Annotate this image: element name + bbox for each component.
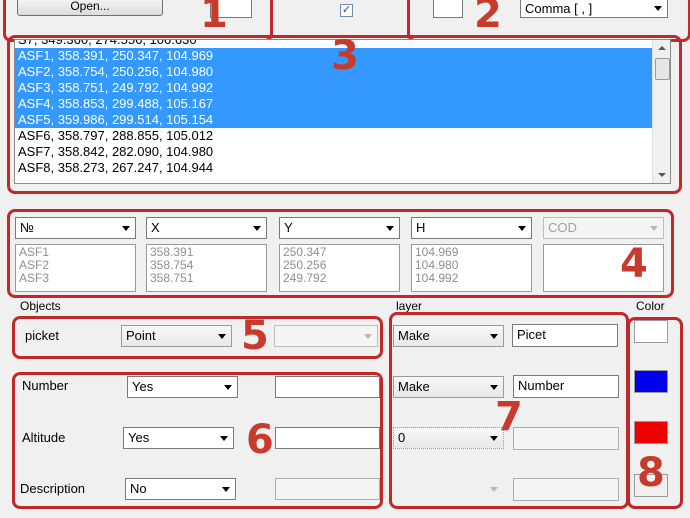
altitude-color-swatch[interactable] — [634, 421, 668, 444]
column-2-header: X — [151, 220, 160, 235]
number-select[interactable]: Yes — [127, 376, 238, 398]
column-preview-value: ASF3 — [19, 271, 50, 285]
layer-picket-name[interactable]: Picet — [512, 324, 618, 347]
chevron-down-icon — [222, 487, 230, 492]
list-item[interactable]: ASF5, 359.986, 299.514, 105.154 — [15, 112, 670, 128]
column-1-preview: ASF1 ASF2 ASF3 — [15, 244, 136, 292]
open-button[interactable]: Open... — [17, 0, 163, 16]
column-5-header: COD — [548, 220, 577, 235]
chevron-down-icon — [218, 334, 226, 339]
scroll-thumb[interactable] — [655, 58, 670, 80]
description-label: Description — [20, 481, 86, 496]
altitude-select[interactable]: Yes — [123, 427, 234, 449]
number-label: Number — [22, 378, 69, 393]
marker-4: 4 — [620, 241, 648, 287]
picket-label: picket — [25, 328, 59, 343]
scroll-down-icon[interactable] — [658, 173, 666, 177]
column-4-preview: 104.969 104.980 104.992 — [411, 244, 532, 292]
column-preview-value: 358.751 — [150, 271, 194, 285]
column-3-select[interactable]: Y — [279, 217, 400, 239]
layer-picket-mode: Make — [398, 328, 430, 343]
number-field[interactable] — [275, 376, 380, 398]
layer-picket-select[interactable]: Make — [393, 325, 504, 347]
list-item[interactable]: ASF4, 358.853, 299.488, 105.167 — [15, 96, 670, 112]
number-color-swatch[interactable] — [634, 370, 668, 393]
marker-3: 3 — [331, 33, 359, 79]
layer-label: layer — [396, 299, 423, 313]
column-1-header: № — [20, 220, 34, 235]
column-3-header: Y — [284, 220, 293, 235]
chevron-down-icon — [490, 487, 498, 492]
marker-1: 1 — [200, 0, 228, 37]
list-item[interactable]: ASF7, 358.842, 282.090, 104.980 — [15, 144, 670, 160]
column-2-preview: 358.391 358.754 358.751 — [146, 244, 267, 292]
list-item[interactable]: ASF3, 358.751, 249.792, 104.992 — [15, 80, 670, 96]
layer-altitude-name[interactable] — [513, 427, 619, 450]
chevron-down-icon — [253, 226, 261, 231]
separator-select[interactable]: Comma [ , ] — [520, 0, 668, 18]
column-5-select[interactable]: COD — [543, 217, 664, 239]
description-select[interactable]: No — [125, 478, 236, 500]
open-button-label: Open... — [70, 0, 110, 13]
number-select-value: Yes — [132, 379, 154, 394]
marker-6: 6 — [246, 417, 274, 463]
layer-number-mode: Make — [398, 379, 430, 394]
altitude-select-value: Yes — [128, 430, 150, 445]
layer-picket-name-value: Picet — [517, 327, 546, 342]
layer-number-name[interactable]: Number — [513, 375, 619, 398]
chevron-down-icon — [650, 226, 658, 231]
objects-label: Objects — [20, 299, 61, 313]
altitude-label: Altitude — [22, 430, 66, 445]
chevron-down-icon — [224, 385, 232, 390]
column-3-preview: 250.347 250.256 249.792 — [279, 244, 400, 292]
marker-7: 7 — [495, 394, 523, 440]
marker-2: 2 — [474, 0, 502, 37]
object-subtype-select[interactable] — [274, 325, 378, 347]
object-type-select[interactable]: Point — [121, 325, 232, 347]
chevron-down-icon — [490, 385, 498, 390]
list-item[interactable]: ASF8, 358.273, 267.247, 104.944 — [15, 160, 670, 176]
object-type-value: Point — [126, 328, 156, 343]
chevron-down-icon — [654, 6, 662, 11]
chevron-down-icon — [386, 226, 394, 231]
layer-altitude-mode: 0 — [398, 430, 406, 445]
altitude-field[interactable] — [275, 427, 380, 449]
color-label: Color — [636, 299, 665, 313]
points-scrollbar[interactable] — [652, 40, 670, 183]
marker-5: 5 — [241, 313, 269, 359]
chevron-down-icon — [490, 334, 498, 339]
column-2-select[interactable]: X — [146, 217, 267, 239]
column-1-select[interactable]: № — [15, 217, 136, 239]
separator-select-value: Comma [ , ] — [525, 1, 593, 16]
column-4-select[interactable]: H — [411, 217, 532, 239]
column-4-header: H — [416, 220, 426, 235]
chevron-down-icon — [220, 436, 228, 441]
scroll-up-icon[interactable] — [658, 46, 666, 50]
layer-number-name-value: Number — [518, 378, 565, 393]
description-select-value: No — [130, 481, 147, 496]
column-preview-value: 104.992 — [415, 271, 459, 285]
description-field[interactable] — [275, 478, 380, 500]
list-item[interactable]: ASF6, 358.797, 288.855, 105.012 — [15, 128, 670, 144]
chevron-down-icon — [122, 226, 130, 231]
marker-8: 8 — [637, 450, 665, 496]
layer-description-name[interactable] — [513, 478, 619, 501]
layer-description-select[interactable] — [393, 478, 504, 500]
chevron-down-icon — [364, 334, 372, 339]
separator-custom-field[interactable] — [433, 0, 463, 18]
layer-altitude-select[interactable]: 0 — [393, 427, 504, 449]
column-preview-value: 249.792 — [283, 271, 327, 285]
chevron-down-icon — [518, 226, 526, 231]
layer-number-select[interactable]: Make — [393, 376, 504, 398]
header-checkbox[interactable]: ✓ — [340, 4, 353, 17]
picket-color-swatch[interactable] — [634, 320, 668, 343]
